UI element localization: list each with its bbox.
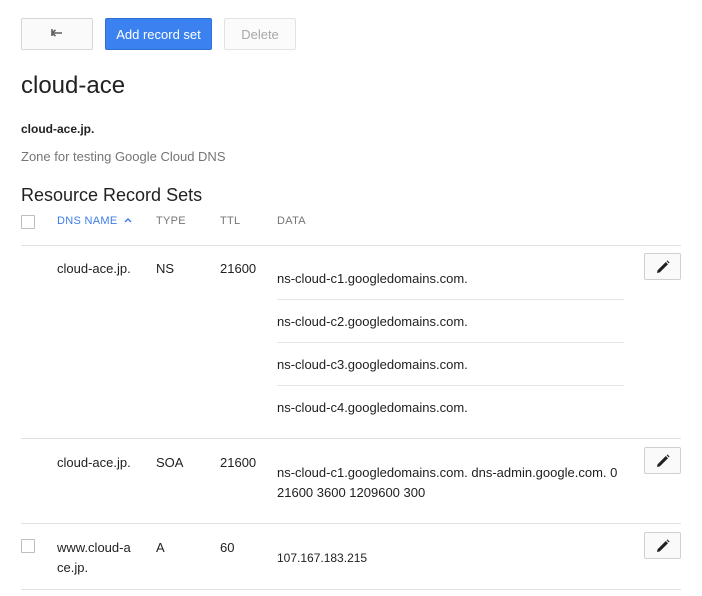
column-header-dns-name[interactable]: DNS NAME xyxy=(57,215,132,227)
row-ttl: 60 xyxy=(220,540,235,555)
data-divider xyxy=(277,299,624,300)
row-dns-name: cloud-ace.jp. xyxy=(57,261,131,276)
column-header-type[interactable]: TYPE xyxy=(156,215,186,227)
row-select-checkbox[interactable] xyxy=(21,539,35,553)
select-all-checkbox[interactable] xyxy=(21,215,35,229)
row-data-value: 21600 3600 1209600 300 xyxy=(277,485,426,500)
edit-button[interactable] xyxy=(644,253,681,280)
row-data-value: ns-cloud-c2.googledomains.com. xyxy=(277,314,468,329)
row-divider xyxy=(21,589,681,590)
row-data-value: ns-cloud-c1.googledomains.com. dns-admin… xyxy=(277,465,618,480)
row-type: SOA xyxy=(156,455,184,470)
row-data-value: ns-cloud-c3.googledomains.com. xyxy=(277,357,468,372)
pencil-icon xyxy=(656,259,670,273)
row-type: NS xyxy=(156,261,175,276)
row-dns-name-line: www.cloud-a xyxy=(57,540,131,555)
back-button[interactable] xyxy=(21,18,93,50)
row-type: A xyxy=(156,540,165,555)
row-ttl: 21600 xyxy=(220,455,257,470)
row-data-value: 107.167.183.215 xyxy=(277,551,368,565)
column-header-data[interactable]: DATA xyxy=(277,215,306,227)
row-data-value: ns-cloud-c4.googledomains.com. xyxy=(277,400,468,415)
pencil-icon xyxy=(656,538,670,552)
column-header-dns-name-label: DNS NAME xyxy=(57,215,118,227)
back-arrow-icon xyxy=(51,29,62,37)
pencil-icon xyxy=(656,453,670,467)
row-ttl: 21600 xyxy=(220,261,257,276)
add-record-set-button[interactable]: Add record set xyxy=(105,18,212,50)
row-data-value: ns-cloud-c1.googledomains.com. xyxy=(277,271,468,286)
page-title: cloud-ace xyxy=(21,72,126,99)
edit-button[interactable] xyxy=(644,447,681,474)
row-dns-name: cloud-ace.jp. xyxy=(57,455,131,470)
row-divider xyxy=(21,523,681,524)
data-divider xyxy=(277,342,624,343)
header-divider xyxy=(21,245,681,246)
row-divider xyxy=(21,438,681,439)
sort-ascending-icon xyxy=(124,218,132,223)
column-header-ttl[interactable]: TTL xyxy=(220,215,240,227)
zone-description: Zone for testing Google Cloud DNS xyxy=(21,149,226,164)
delete-button[interactable]: Delete xyxy=(224,18,296,50)
zone-dns-name: cloud-ace.jp. xyxy=(21,122,95,136)
edit-button[interactable] xyxy=(644,532,681,559)
row-dns-name-line: ce.jp. xyxy=(57,560,89,575)
section-heading: Resource Record Sets xyxy=(21,185,203,205)
data-divider xyxy=(277,385,624,386)
